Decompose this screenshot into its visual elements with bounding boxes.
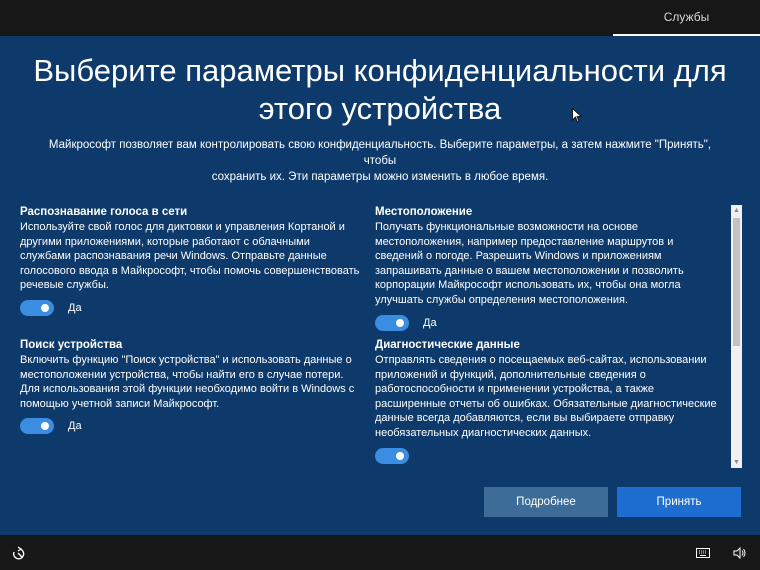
setting-description: Отправлять сведения о посещаемых веб-сай… (375, 354, 717, 439)
toggle-knob (396, 451, 404, 460)
find-my-device-toggle[interactable] (20, 418, 54, 435)
learn-more-button[interactable]: Подробнее (484, 487, 608, 517)
setting-find-my-device: Поиск устройства Включить функцию "Поиск… (20, 338, 362, 435)
ease-of-access-icon[interactable] (10, 545, 26, 561)
tab-services[interactable]: Службы (613, 0, 760, 36)
setting-title: Местоположение (375, 206, 473, 218)
toggle-knob (41, 303, 49, 312)
top-bar: Службы (0, 0, 760, 36)
speech-recognition-toggle[interactable] (20, 299, 54, 316)
scrollbar-thumb[interactable] (733, 218, 740, 346)
toggle-label: Да (68, 301, 82, 314)
toggle-row: Да (20, 299, 362, 316)
setting-location: Местоположение Получать функциональные в… (375, 205, 717, 331)
toggle-row: Да (20, 418, 362, 435)
setting-title: Диагностические данные (375, 339, 520, 351)
diagnostic-data-toggle[interactable] (375, 447, 409, 464)
keyboard-icon[interactable] (695, 545, 711, 561)
page-subtitle: Майкрософт позволяет вам контролировать … (40, 137, 720, 185)
vertical-scrollbar[interactable]: ▲ ▼ (731, 205, 742, 468)
scroll-down-arrow-icon[interactable]: ▼ (731, 457, 742, 468)
page-subtitle-line1: Майкрософт позволяет вам контролировать … (48, 139, 712, 167)
setting-description: Используйте свой голос для диктовки и уп… (20, 221, 360, 292)
toggle-label: Да (68, 420, 82, 433)
toggle-knob (41, 422, 49, 431)
toggle-knob (396, 318, 404, 327)
setting-title: Поиск устройства (20, 339, 123, 351)
volume-icon[interactable] (732, 545, 748, 561)
accept-button[interactable]: Принять (617, 487, 741, 517)
page-title-line1: Выберите параметры конфиденциальности дл… (33, 53, 727, 88)
scroll-up-arrow-icon[interactable]: ▲ (731, 205, 742, 216)
setting-diagnostic-data: Диагностические данные Отправлять сведен… (375, 338, 717, 464)
page-title-line2: этого устройства (258, 91, 502, 126)
toggle-row (375, 447, 717, 464)
setting-speech-recognition: Распознавание голоса в сети Используйте … (20, 205, 362, 316)
setting-description: Получать функциональные возможности на о… (375, 221, 684, 306)
bottom-bar (0, 535, 760, 570)
setting-description: Включить функцию "Поиск устройства" и ис… (20, 354, 355, 410)
toggle-row: Да (375, 314, 717, 331)
page-subtitle-line2: сохранить их. Эти параметры можно измени… (211, 171, 549, 183)
toggle-label: Да (423, 316, 437, 329)
settings-scroll-area[interactable]: Распознавание голоса в сети Используйте … (20, 205, 742, 468)
page-title: Выберите параметры конфиденциальности дл… (0, 52, 760, 128)
setting-title: Распознавание голоса в сети (20, 206, 188, 218)
location-toggle[interactable] (375, 314, 409, 331)
